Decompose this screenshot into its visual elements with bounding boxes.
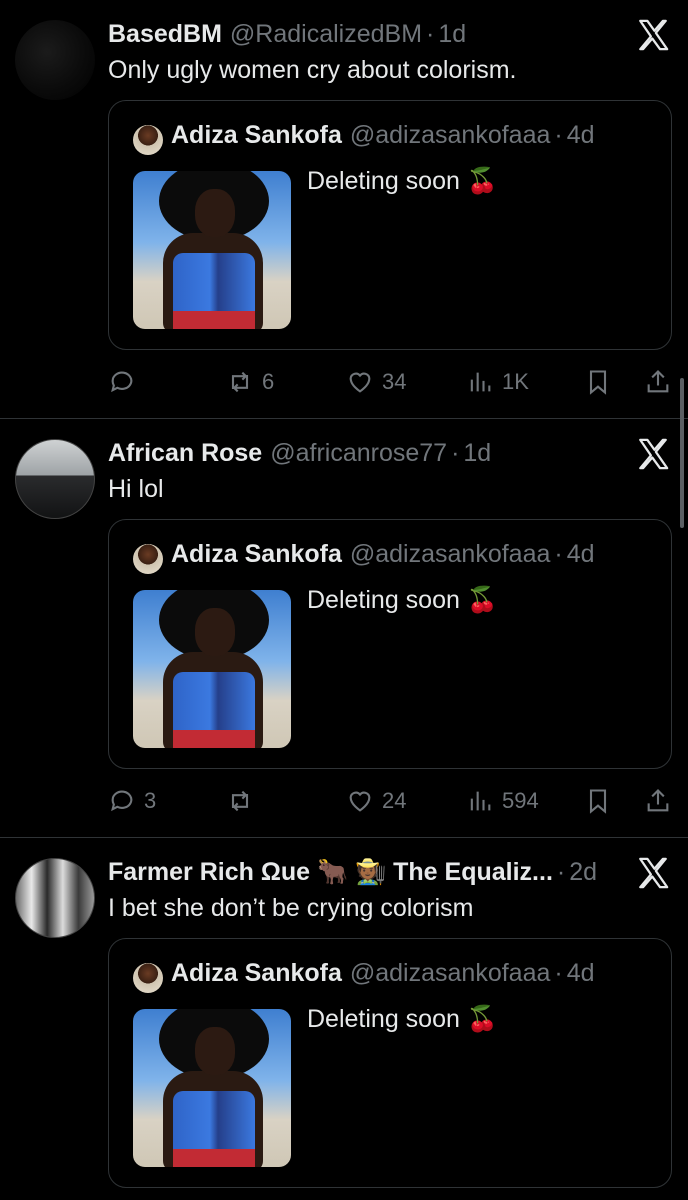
tweet-text: Hi lol xyxy=(108,475,164,503)
like-count: 24 xyxy=(382,788,407,813)
avatar[interactable] xyxy=(15,858,95,938)
share-icon xyxy=(647,789,669,812)
like-button[interactable]: 24 xyxy=(346,783,406,819)
quote-header: Adiza Sankofa @adizasankofaaa · 4d xyxy=(171,540,595,569)
repost-button[interactable] xyxy=(226,783,262,819)
timestamp[interactable]: 1d xyxy=(438,20,466,49)
x-logo-icon xyxy=(639,857,669,889)
separator-dot: · xyxy=(556,857,566,886)
views-icon xyxy=(470,791,491,811)
quote-avatar xyxy=(133,125,163,155)
like-count: 34 xyxy=(382,369,407,394)
quote-text: Deleting soon 🍒 xyxy=(307,167,498,195)
tweet-header: Farmer Rich Ωue 🐂 🧑🏾‍🌾 The Equaliz... · … xyxy=(108,854,628,890)
quoted-tweet[interactable]: Adiza Sankofa @adizasankofaaa · 4d Delet… xyxy=(108,938,672,1188)
quote-author-handle: @adizasankofaaa xyxy=(349,121,551,149)
author-name[interactable]: African Rose xyxy=(108,439,262,468)
repost-count: 6 xyxy=(262,369,275,394)
views-icon xyxy=(470,372,491,392)
quote-timestamp: 4d xyxy=(566,121,595,149)
author-name[interactable]: Farmer Rich Ωue 🐂 🧑🏾‍🌾 The Equaliz... xyxy=(108,858,553,887)
x-logo-icon xyxy=(639,438,669,470)
bookmark-icon xyxy=(589,370,607,395)
separator-dot: · xyxy=(426,19,435,48)
share-button[interactable] xyxy=(644,364,672,400)
divider xyxy=(0,418,688,419)
repost-button[interactable]: 6 xyxy=(226,364,274,400)
divider xyxy=(0,837,688,838)
scrollbar[interactable] xyxy=(680,378,684,528)
quote-timestamp: 4d xyxy=(566,540,595,568)
quote-text: Deleting soon 🍒 xyxy=(307,586,498,614)
quote-timestamp: 4d xyxy=(566,959,595,987)
reply-button[interactable]: 3 xyxy=(108,783,156,819)
repost-icon xyxy=(231,790,249,812)
tweet-text: I bet she don’t be crying colorism xyxy=(108,894,474,922)
bookmark-button[interactable] xyxy=(584,364,612,400)
quote-author-name: Adiza Sankofa xyxy=(171,121,342,149)
avatar[interactable] xyxy=(15,20,95,100)
tweet-text: Only ugly women cry about colorism. xyxy=(108,56,517,84)
quote-author-handle: @adizasankofaaa xyxy=(349,540,551,568)
views-count: 1K xyxy=(502,369,529,394)
separator-dot: · xyxy=(554,540,563,568)
quote-avatar xyxy=(133,963,163,993)
views-button[interactable]: 594 xyxy=(466,783,539,819)
quote-header: Adiza Sankofa @adizasankofaaa · 4d xyxy=(171,121,595,150)
like-button[interactable]: 34 xyxy=(346,364,406,400)
share-button[interactable] xyxy=(644,783,672,819)
author-name[interactable]: BasedBM xyxy=(108,20,222,49)
action-bar: 3 24 594 xyxy=(108,783,672,819)
bookmark-button[interactable] xyxy=(584,783,612,819)
avatar[interactable] xyxy=(15,439,95,519)
share-icon xyxy=(647,370,669,393)
quote-text: Deleting soon 🍒 xyxy=(307,1005,498,1033)
author-handle[interactable]: @africanrose77 xyxy=(270,439,447,468)
author-handle[interactable]: @RadicalizedBM xyxy=(230,20,422,49)
repost-icon xyxy=(231,371,249,393)
quoted-tweet[interactable]: Adiza Sankofa @adizasankofaaa · 4d Delet… xyxy=(108,100,672,350)
reply-icon xyxy=(111,371,133,393)
x-logo-icon xyxy=(639,19,669,51)
like-icon xyxy=(349,372,371,393)
views-count: 594 xyxy=(502,788,539,813)
quote-author-name: Adiza Sankofa xyxy=(171,540,342,568)
tweet-header: African Rose @africanrose77 · 1d xyxy=(108,435,628,471)
quote-image[interactable] xyxy=(133,590,291,748)
action-bar: 6 34 1K xyxy=(108,364,672,400)
quote-image[interactable] xyxy=(133,1009,291,1167)
views-button[interactable]: 1K xyxy=(466,364,529,400)
quote-header: Adiza Sankofa @adizasankofaaa · 4d xyxy=(171,959,595,988)
quoted-tweet[interactable]: Adiza Sankofa @adizasankofaaa · 4d Delet… xyxy=(108,519,672,769)
timestamp[interactable]: 2d xyxy=(569,858,597,887)
quote-author-handle: @adizasankofaaa xyxy=(349,959,551,987)
separator-dot: · xyxy=(554,959,563,987)
separator-dot: · xyxy=(451,438,460,467)
like-icon xyxy=(349,791,371,812)
reply-button[interactable] xyxy=(108,364,144,400)
tweet-header: BasedBM @RadicalizedBM · 1d xyxy=(108,16,628,52)
separator-dot: · xyxy=(554,121,563,149)
bookmark-icon xyxy=(589,789,607,814)
reply-count: 3 xyxy=(144,788,157,813)
quote-avatar xyxy=(133,544,163,574)
quote-image[interactable] xyxy=(133,171,291,329)
quote-author-name: Adiza Sankofa xyxy=(171,959,342,987)
reply-icon xyxy=(111,790,133,812)
timestamp[interactable]: 1d xyxy=(463,439,491,468)
